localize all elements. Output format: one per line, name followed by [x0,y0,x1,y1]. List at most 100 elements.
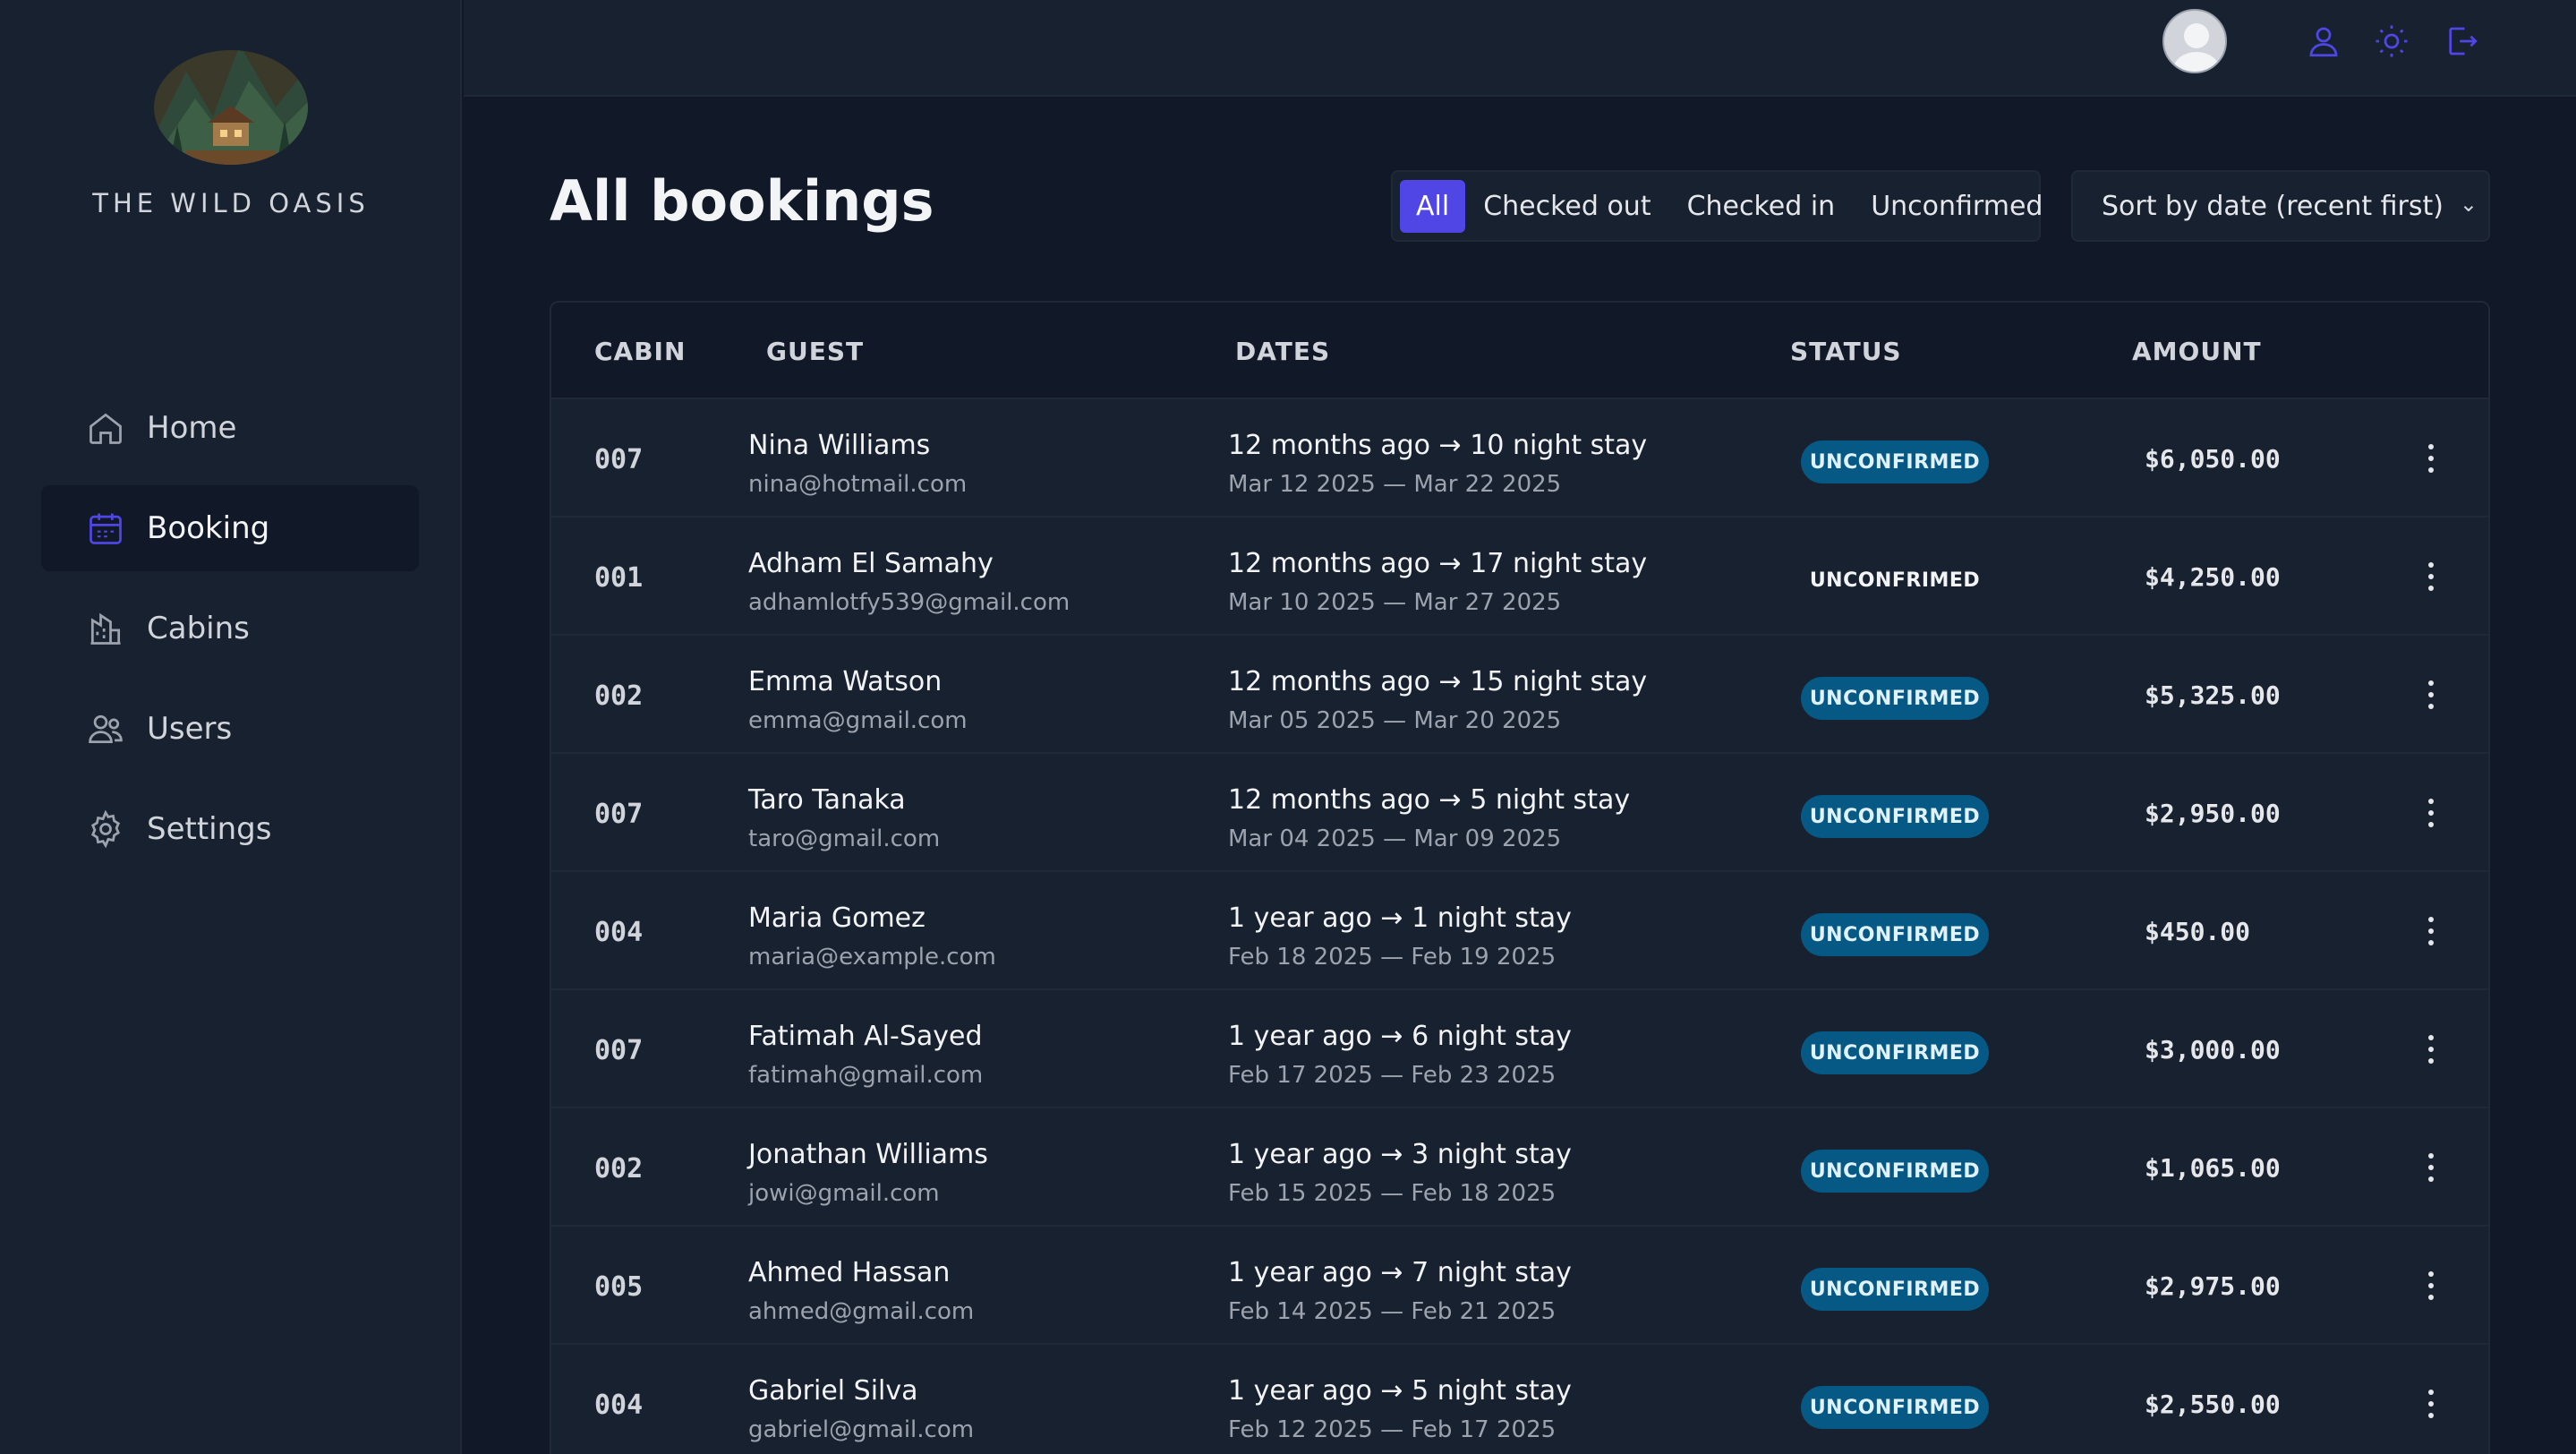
user-icon[interactable] [2302,20,2345,63]
row-menu-button[interactable] [2413,671,2449,718]
sidebar-item-label: Cabins [147,611,250,646]
stay-summary: 12 months ago → 10 night stay [1228,430,1648,461]
booking-amount: $450.00 [2145,917,2251,946]
stay-summary: 1 year ago → 3 night stay [1228,1139,1572,1170]
table-row: 005 Ahmed Hassan ahmed@gmail.com 1 year … [551,1227,2488,1345]
cabins-icon [86,609,125,648]
guest-email: maria@example.com [748,944,996,971]
filter-all-button[interactable]: All [1400,179,1466,233]
cabin-number: 001 [594,562,644,594]
chevron-down-icon: ⌄ [2459,192,2478,217]
status-badge: UNCONFIRMED [1801,1150,1989,1193]
sidebar-item-home[interactable]: Home [41,385,419,471]
avatar[interactable] [2162,9,2227,73]
cabin-number: 004 [594,1390,644,1421]
filter-unconfirmed-button[interactable]: Unconfirmed [1853,180,2060,233]
cabin-number: 007 [594,799,644,830]
sun-icon[interactable] [2370,20,2413,63]
date-range: Feb 12 2025 — Feb 17 2025 [1228,1416,1557,1443]
logo-container [0,36,462,170]
table-row: 004 Maria Gomez maria@example.com 1 year… [551,872,2488,990]
menu-dot-icon [2428,1047,2434,1052]
table-row: 002 Jonathan Williams jowi@gmail.com 1 y… [551,1108,2488,1227]
sort-select-value: Sort by date (recent first) [2102,190,2444,222]
status-badge: UNCONFIRMED [1801,1386,1989,1429]
menu-dot-icon [2428,917,2434,922]
guest-name: Ahmed Hassan [748,1257,951,1288]
cabin-number: 004 [594,917,644,948]
row-menu-button[interactable] [2413,908,2449,954]
stay-summary: 1 year ago → 1 night stay [1228,902,1572,934]
booking-amount: $4,250.00 [2145,562,2281,592]
column-header-status: STATUS [1790,337,1902,366]
booking-amount: $5,325.00 [2145,680,2281,710]
booking-amount: $1,065.00 [2145,1153,2281,1183]
menu-dot-icon [2428,574,2434,579]
menu-dot-icon [2428,1413,2434,1418]
date-range: Mar 05 2025 — Mar 20 2025 [1228,707,1562,734]
menu-dot-icon [2428,1401,2434,1407]
guest-name: Fatimah Al-Sayed [748,1021,983,1052]
bookings-table: CABIN GUEST DATES STATUS AMOUNT 007 Nina… [550,301,2490,1454]
sidebar-item-cabins[interactable]: Cabins [41,586,419,671]
booking-amount: $6,050.00 [2145,444,2281,474]
menu-dot-icon [2428,928,2434,934]
booking-amount: $3,000.00 [2145,1035,2281,1065]
sidebar-item-label: Settings [147,811,272,847]
date-range: Mar 12 2025 — Mar 22 2025 [1228,471,1562,498]
table-header: CABIN GUEST DATES STATUS AMOUNT [551,303,2488,399]
menu-dot-icon [2428,1165,2434,1170]
logout-icon[interactable] [2440,20,2483,63]
guest-email: emma@gmail.com [748,707,968,734]
guest-name: Gabriel Silva [748,1375,918,1407]
row-menu-button[interactable] [2413,553,2449,600]
cabin-number: 002 [594,1153,644,1185]
menu-dot-icon [2428,822,2434,827]
menu-dot-icon [2428,562,2434,568]
guest-email: fatimah@gmail.com [748,1062,984,1089]
menu-dot-icon [2428,444,2434,449]
row-menu-button[interactable] [2413,790,2449,836]
menu-dot-icon [2428,1058,2434,1064]
menu-dot-icon [2428,1271,2434,1277]
sidebar-item-settings[interactable]: Settings [41,786,419,872]
row-menu-button[interactable] [2413,1262,2449,1309]
gear-icon [86,809,125,849]
date-range: Mar 10 2025 — Mar 27 2025 [1228,589,1562,616]
date-range: Feb 15 2025 — Feb 18 2025 [1228,1180,1557,1207]
menu-dot-icon [2428,810,2434,816]
guest-name: Emma Watson [748,666,943,697]
menu-dot-icon [2428,1283,2434,1288]
status-badge: UNCONFIRMED [1801,913,1989,956]
menu-dot-icon [2428,1153,2434,1159]
date-range: Feb 17 2025 — Feb 23 2025 [1228,1062,1557,1089]
date-range: Feb 18 2025 — Feb 19 2025 [1228,944,1557,971]
date-range: Feb 14 2025 — Feb 21 2025 [1228,1298,1557,1325]
column-header-cabin: CABIN [594,337,687,366]
row-menu-button[interactable] [2413,1381,2449,1427]
stay-summary: 12 months ago → 5 night stay [1228,784,1631,816]
table-row: 002 Emma Watson emma@gmail.com 12 months… [551,636,2488,754]
filter-checked-in-button[interactable]: Checked in [1669,180,1854,233]
cabin-number: 005 [594,1271,644,1303]
sidebar-item-label: Booking [147,510,270,546]
stay-summary: 12 months ago → 15 night stay [1228,666,1648,697]
sort-select[interactable]: Sort by date (recent first) ⌄ [2071,170,2490,242]
row-menu-button[interactable] [2413,435,2449,482]
sidebar-item-users[interactable]: Users [41,686,419,772]
filter-checked-out-button[interactable]: Checked out [1465,180,1668,233]
menu-dot-icon [2428,1035,2434,1040]
status-badge: UNCONFIRMED [1801,1031,1989,1074]
row-menu-button[interactable] [2413,1144,2449,1191]
row-menu-button[interactable] [2413,1026,2449,1073]
sidebar: THE WILD OASIS Home Booking Cabins Users [0,0,462,1454]
home-icon [86,408,125,448]
status-badge: UNCONFIRMED [1801,440,1989,483]
sidebar-item-booking[interactable]: Booking [41,485,419,571]
calendar-icon [86,509,125,548]
stay-summary: 1 year ago → 5 night stay [1228,1375,1572,1407]
table-row: 007 Fatimah Al-Sayed fatimah@gmail.com 1… [551,990,2488,1108]
column-header-guest: GUEST [766,337,865,366]
table-row: 001 Adham El Samahy adhamlotfy539@gmail.… [551,517,2488,636]
logo-image [150,36,311,170]
